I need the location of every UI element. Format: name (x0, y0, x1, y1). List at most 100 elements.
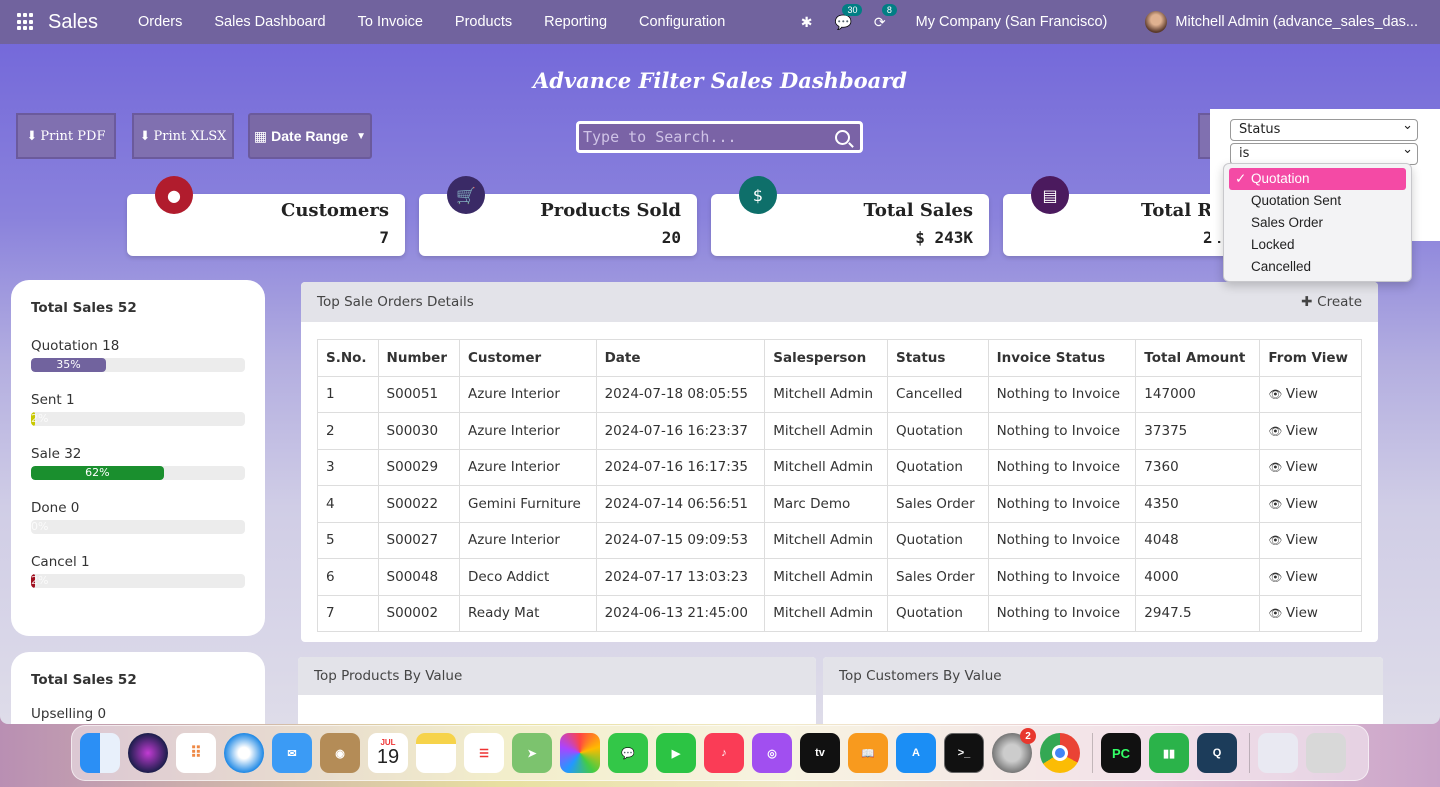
table-row[interactable]: 4 S00022 Gemini Furniture 2024-07-14 06:56:… (317, 485, 1362, 523)
search-icon[interactable] (835, 129, 850, 145)
table-row[interactable]: 3 S00029 Azure Interior 2024-07-16 16:17:35… (317, 448, 1362, 486)
column-header[interactable]: Date (595, 339, 766, 377)
menu-sales-dashboard[interactable]: Sales Dashboard (198, 14, 341, 30)
table-cell: Marc Demo (764, 485, 889, 523)
messages-app-icon[interactable]: 💬 (608, 733, 648, 773)
create-button[interactable]: ✚ Create (1301, 294, 1362, 310)
table-row[interactable]: 2 S00030 Azure Interior 2024-07-16 16:23:37… (317, 412, 1362, 450)
terminal-icon[interactable]: >_ (944, 733, 984, 773)
kpi-customers-card[interactable]: ● Customers 7 (127, 176, 405, 256)
facetime-icon[interactable]: ▶ (656, 733, 696, 773)
filter-field-select[interactable]: Status (1230, 116, 1418, 141)
music-icon[interactable]: ♪ (704, 733, 744, 773)
view-link[interactable]: 👁 View (1259, 594, 1362, 632)
contacts-icon[interactable]: ◉ (320, 733, 360, 773)
system-settings-icon[interactable]: 2 (992, 728, 1036, 773)
view-link[interactable]: 👁 View (1259, 485, 1362, 523)
filter-option[interactable]: Quotation Sent (1229, 190, 1406, 212)
company-switcher[interactable]: My Company (San Francisco) (916, 14, 1108, 30)
downloads-stack-icon[interactable] (1258, 733, 1298, 773)
column-header[interactable]: Salesperson (764, 339, 889, 377)
status-item: Cancel 1 2% (31, 554, 245, 588)
status-progress-bar: 0% (31, 520, 245, 534)
kpi-products-card[interactable]: 🛒 Products Sold 20 (419, 176, 697, 256)
menu-reporting[interactable]: Reporting (528, 14, 623, 30)
view-link[interactable]: 👁 View (1259, 558, 1362, 596)
menu-configuration[interactable]: Configuration (623, 14, 741, 30)
chrome-icon[interactable] (1040, 733, 1080, 773)
photos-icon[interactable] (560, 733, 600, 773)
column-header[interactable]: Invoice Status (987, 339, 1137, 377)
filter-option[interactable]: Cancelled (1229, 256, 1406, 278)
apps-menu-icon[interactable] (17, 13, 35, 31)
column-header[interactable]: Total Amount (1135, 339, 1261, 377)
bug-icon[interactable]: ✱ (801, 14, 813, 31)
calendar-icon[interactable]: JUL 19 (368, 733, 408, 773)
books-icon[interactable]: 📖 (848, 733, 888, 773)
app-brand[interactable]: Sales (48, 11, 98, 34)
table-row[interactable]: 7 S00002 Ready Mat 2024-06-13 21:45:00 Mitch… (317, 594, 1362, 632)
table-row[interactable]: 6 S00048 Deco Addict 2024-07-17 13:03:23 Mit… (317, 558, 1362, 596)
menu-to-invoice[interactable]: To Invoice (342, 14, 439, 30)
menu-products[interactable]: Products (439, 14, 528, 30)
podcasts-icon[interactable]: ◎ (752, 733, 792, 773)
table-cell: 2024-07-18 08:05:55 (595, 375, 766, 413)
date-range-dropdown[interactable]: ▦ Date Range ▼ (248, 113, 372, 159)
filter-option[interactable]: ✓ Quotation (1229, 168, 1406, 190)
filter-operator-select[interactable]: is (1230, 140, 1418, 165)
status-panel-header: Total Sales 52 (31, 300, 137, 316)
table-cell: 2024-07-16 16:17:35 (595, 448, 766, 486)
status-item-label: Quotation 18 (31, 338, 120, 354)
activity-badge: 8 (881, 3, 897, 16)
trash-icon[interactable] (1306, 733, 1346, 773)
filter-option[interactable]: Sales Order (1229, 212, 1406, 234)
status-item-label: Sale 32 (31, 446, 82, 462)
filter-option[interactable]: Locked (1229, 234, 1406, 256)
table-row[interactable]: 1 S00051 Azure Interior 2024-07-18 08:05:55… (317, 375, 1362, 413)
column-header[interactable]: S.No. (317, 339, 379, 377)
view-link[interactable]: 👁 View (1259, 521, 1362, 559)
maps-icon[interactable]: ➤ (512, 733, 552, 773)
view-link[interactable]: 👁 View (1259, 375, 1362, 413)
print-pdf-button[interactable]: ⬇ Print PDF (16, 113, 116, 159)
activity-icon[interactable]: ⟳ 8 (874, 3, 897, 31)
print-xlsx-button[interactable]: ⬇ Print XLSX (132, 113, 234, 159)
table-row[interactable]: 5 S00027 Azure Interior 2024-07-15 09:09:53… (317, 521, 1362, 559)
table-cell: Nothing to Invoice (987, 412, 1137, 450)
numbers-icon[interactable]: ▮▮ (1149, 733, 1189, 773)
quicktime-icon[interactable]: Q (1197, 733, 1237, 773)
pycharm-icon[interactable]: PC (1101, 733, 1141, 773)
table-cell: 3 (317, 448, 379, 486)
column-header[interactable]: Customer (458, 339, 597, 377)
eye-icon: 👁 (1268, 388, 1286, 402)
mail-icon[interactable]: ✉ (272, 733, 312, 773)
safari-icon[interactable] (224, 733, 264, 773)
view-link[interactable]: 👁 View (1259, 412, 1362, 450)
menu-orders[interactable]: Orders (122, 14, 198, 30)
print-pdf-label: Print PDF (40, 128, 106, 144)
finder-icon[interactable] (80, 733, 120, 773)
messages-icon[interactable]: 💬 30 (834, 3, 863, 31)
column-header[interactable]: Number (377, 339, 460, 377)
column-header[interactable]: Status (887, 339, 989, 377)
table-cell: Ready Mat (458, 594, 597, 632)
navbar-right: ✱ 💬 30 ⟳ 8 My Company (San Francisco) Mitc… (801, 0, 1440, 44)
user-avatar[interactable] (1145, 11, 1168, 33)
view-label: View (1285, 532, 1318, 549)
apple-tv-icon[interactable]: tv (800, 733, 840, 773)
notes-icon[interactable] (416, 733, 456, 773)
app-store-icon[interactable]: A (896, 733, 936, 773)
table-cell: Mitchell Admin (764, 594, 889, 632)
table-cell: Mitchell Admin (764, 412, 889, 450)
search-input[interactable]: Type to Search... (576, 121, 863, 153)
column-header[interactable]: From View (1259, 339, 1362, 377)
macos-dock: ⠿ ✉ ◉ JUL 19 ☰ ➤ 💬 ▶ ♪ ◎ tv 📖 A >_ 2 PC … (71, 725, 1369, 781)
table-cell: Mitchell Admin (764, 521, 889, 559)
reminders-icon[interactable]: ☰ (464, 733, 504, 773)
launchpad-icon[interactable]: ⠿ (176, 733, 216, 773)
user-menu[interactable]: Mitchell Admin (advance_sales_das... (1175, 14, 1418, 30)
kpi-total-sales-card[interactable]: $ Total Sales $ 243K (711, 176, 989, 256)
view-link[interactable]: 👁 View (1259, 448, 1362, 486)
siri-icon[interactable] (128, 733, 168, 773)
table-cell: Nothing to Invoice (987, 521, 1137, 559)
